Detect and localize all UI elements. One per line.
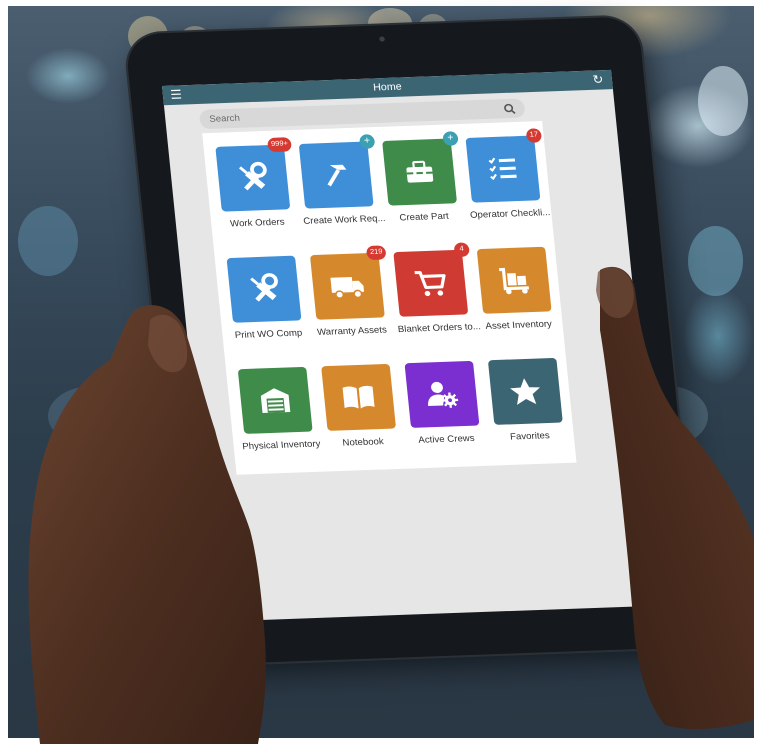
tile-label: Create Part <box>398 210 450 223</box>
tile-asset-inventory[interactable]: Asset Inventory <box>473 246 556 332</box>
tile-square[interactable]: + <box>298 134 376 209</box>
app-screen: ☰ Home ↻ Search 999+ Work Orders + Create W… <box>162 69 665 622</box>
count-badge: 17 <box>525 128 543 143</box>
tile-square[interactable] <box>487 357 563 425</box>
tile-square[interactable] <box>404 360 480 428</box>
truck-icon <box>326 268 368 304</box>
tile-label: Operator Checkli... <box>469 206 551 220</box>
star-icon <box>505 374 545 410</box>
camera <box>379 36 385 42</box>
cart-icon <box>411 265 451 301</box>
tile-square[interactable]: 4 <box>393 242 470 317</box>
tile-label: Warranty Assets <box>316 324 388 337</box>
tile-square[interactable] <box>237 366 313 434</box>
tile-print-wo-comp[interactable]: Print WO Comp <box>223 255 306 341</box>
tile-label: Active Crews <box>417 432 476 445</box>
warehouse-icon <box>255 383 295 419</box>
tile-active-crews[interactable]: Active Crews <box>401 360 484 446</box>
tile-label: Notebook <box>341 436 385 448</box>
tile-physical-inventory[interactable]: Physical Inventory <box>235 366 321 452</box>
tile-square[interactable] <box>226 255 302 323</box>
count-badge: 219 <box>366 245 387 261</box>
tools-icon <box>244 271 284 307</box>
hammer-icon <box>316 157 356 193</box>
tile-warranty-assets[interactable]: 219 Warranty Assets <box>307 245 390 338</box>
count-badge: 4 <box>453 242 470 258</box>
toolbox-icon <box>400 154 440 190</box>
search-icon[interactable] <box>503 102 518 121</box>
tools-icon <box>233 160 273 196</box>
tile-work-orders[interactable]: 999+ Work Orders <box>212 137 295 229</box>
tile-label: Favorites <box>509 430 551 442</box>
tile-label: Work Orders <box>229 216 285 229</box>
book-icon <box>338 380 380 416</box>
add-badge: + <box>442 131 459 146</box>
tile-create-part[interactable]: + Create Part <box>379 131 462 223</box>
search-placeholder: Search <box>208 112 241 124</box>
refresh-icon[interactable]: ↻ <box>592 72 604 87</box>
user-gear-icon <box>422 377 462 413</box>
tile-square[interactable]: 17 <box>465 128 543 203</box>
tile-label: Asset Inventory <box>484 318 553 331</box>
tile-operator-checkli[interactable]: 17 Operator Checkli... <box>462 128 551 220</box>
tile-square[interactable] <box>476 246 552 314</box>
count-badge: 999+ <box>267 137 292 153</box>
tile-label: Blanket Orders to... <box>397 321 482 335</box>
add-badge: + <box>358 134 376 149</box>
tile-square[interactable]: 999+ <box>215 137 292 212</box>
tile-square[interactable] <box>321 363 397 431</box>
tile-favorites[interactable]: Favorites <box>485 357 568 443</box>
tile-blanket-orders-to[interactable]: 4 Blanket Orders to... <box>390 242 482 335</box>
checklist-icon <box>483 151 523 187</box>
tile-label: Physical Inventory <box>241 438 321 452</box>
dolly-icon <box>494 262 534 298</box>
tile-notebook[interactable]: Notebook <box>318 363 401 449</box>
tile-label: Print WO Comp <box>234 327 303 340</box>
tile-square[interactable]: 219 <box>309 245 387 320</box>
tile-grid: 999+ Work Orders + Create Work Req... + Creat… <box>202 121 577 475</box>
tile-square[interactable]: + <box>382 131 459 206</box>
tile-label: Create Work Req... <box>302 212 386 226</box>
tile-create-work-req[interactable]: + Create Work Req... <box>296 134 386 226</box>
